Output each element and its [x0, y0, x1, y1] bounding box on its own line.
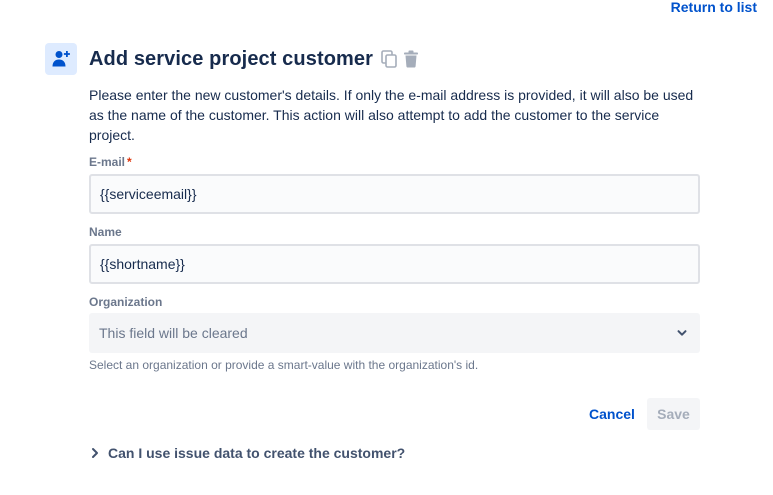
add-person-icon [45, 43, 77, 75]
cancel-button[interactable]: Cancel [582, 398, 642, 430]
save-button[interactable]: Save [647, 398, 700, 430]
return-to-list-link[interactable]: Return to list [671, 0, 757, 14]
add-customer-page: Return to list Add service project custo… [0, 0, 773, 495]
required-indicator: * [127, 155, 132, 169]
page-title: Add service project customer [89, 47, 374, 70]
copy-icon[interactable] [381, 50, 397, 68]
organization-helper-text: Select an organization or provide a smar… [89, 358, 479, 372]
chevron-right-icon [91, 447, 99, 459]
name-field[interactable] [89, 244, 700, 284]
email-field[interactable] [89, 174, 700, 214]
email-label: E-mail * [89, 155, 132, 169]
organization-placeholder: This field will be cleared [99, 325, 248, 341]
trash-icon[interactable] [403, 50, 419, 68]
name-label: Name [89, 225, 122, 239]
faq-expander[interactable]: Can I use issue data to create the custo… [91, 445, 405, 461]
page-header: Add service project customer [45, 43, 419, 75]
organization-label: Organization [89, 295, 163, 309]
email-label-text: E-mail [89, 155, 126, 169]
faq-label: Can I use issue data to create the custo… [108, 445, 406, 461]
page-description: Please enter the new customer's details.… [89, 87, 694, 143]
chevron-down-icon [676, 327, 688, 339]
organization-select[interactable]: This field will be cleared [89, 313, 700, 353]
